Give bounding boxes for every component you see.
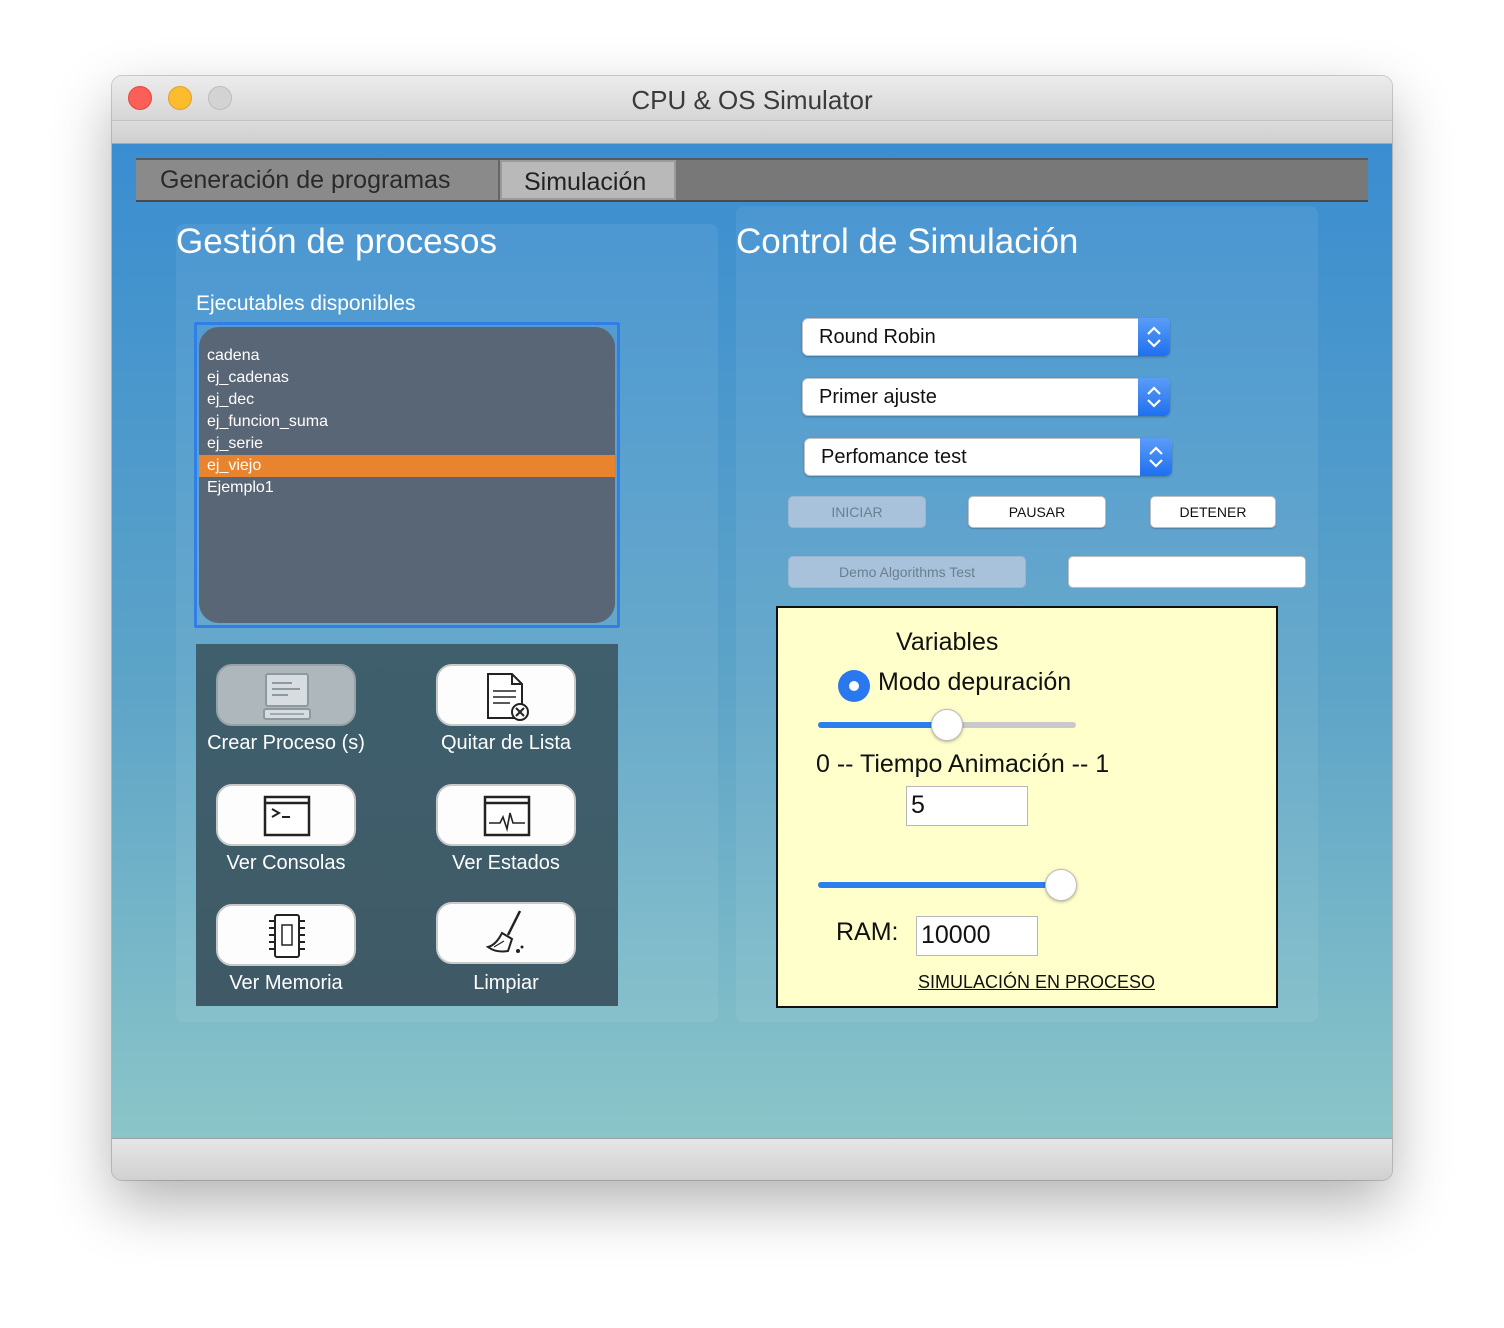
remove-from-list-tool: Quitar de Lista [416, 644, 576, 754]
list-item[interactable]: ej_dec [199, 389, 615, 411]
memory-policy-dropdown-arrow[interactable] [1138, 378, 1170, 416]
content-area: Generación de programas Simulación Gesti… [112, 144, 1392, 1138]
create-process-tool: Crear Proceso (s) [196, 644, 365, 754]
animation-value-field[interactable]: 5 [906, 786, 1028, 826]
memory-policy-dropdown[interactable]: Primer ajuste [802, 378, 1170, 416]
view-states-label: Ver Estados [452, 852, 560, 874]
create-process-button[interactable] [216, 664, 356, 726]
terminal-icon [263, 795, 311, 837]
view-states-button[interactable] [436, 784, 576, 846]
pause-button[interactable]: PAUSAR [968, 496, 1106, 528]
list-item[interactable]: ej_funcion_suma [199, 411, 615, 433]
ram-value-field[interactable]: 10000 [916, 916, 1038, 956]
ram-slider-thumb[interactable] [1044, 869, 1077, 901]
animation-slider[interactable] [818, 709, 1076, 741]
animation-time-label: 0 -- Tiempo Animación -- 1 [816, 750, 1110, 778]
view-consoles-tool: Ver Consolas [196, 764, 356, 874]
view-states-tool: Ver Estados [416, 764, 576, 874]
demo-algorithms-field[interactable] [1068, 556, 1306, 588]
status-bar [112, 1138, 1392, 1180]
toolbar [112, 121, 1392, 144]
view-consoles-button[interactable] [216, 784, 356, 846]
ram-label: RAM: [836, 918, 899, 946]
control-panel-heading: Control de Simulación [736, 222, 1079, 261]
list-item[interactable]: ej_serie [199, 433, 615, 455]
app-window: CPU & OS Simulator Generación de program… [112, 76, 1392, 1180]
scheduler-dropdown-arrow[interactable] [1138, 318, 1170, 356]
up-down-chevron-icon [1149, 446, 1163, 468]
test-mode-dropdown-value: Perfomance test [821, 446, 967, 468]
memory-chip-icon [269, 914, 305, 958]
view-memory-label: Ver Memoria [229, 972, 343, 994]
view-memory-tool: Ver Memoria [196, 884, 356, 994]
title-bar: CPU & OS Simulator [112, 76, 1392, 121]
tab-simulation[interactable]: Simulación [500, 160, 676, 200]
scheduler-dropdown-value: Round Robin [819, 326, 936, 348]
scheduler-dropdown[interactable]: Round Robin [802, 318, 1170, 356]
debug-mode-radio[interactable] [838, 670, 870, 702]
clear-label: Limpiar [473, 972, 539, 994]
animation-slider-fill [818, 722, 947, 728]
tab-bar: Generación de programas Simulación [136, 158, 1368, 202]
animation-slider-thumb[interactable] [931, 709, 963, 741]
clear-button[interactable] [436, 902, 576, 964]
test-mode-dropdown[interactable]: Perfomance test [804, 438, 1172, 476]
executables-listbox[interactable]: cadena ej_cadenas ej_dec ej_funcion_suma… [199, 327, 615, 623]
remove-from-list-label: Quitar de Lista [440, 732, 572, 754]
broom-icon [485, 910, 524, 953]
create-process-icon [263, 673, 311, 720]
simulation-status-link[interactable]: SIMULACIÓN EN PROCESO [918, 972, 1155, 993]
memory-policy-dropdown-value: Primer ajuste [819, 386, 937, 408]
list-item[interactable]: Ejemplo1 [199, 477, 615, 499]
list-item[interactable]: cadena [199, 345, 615, 367]
ram-slider[interactable] [818, 869, 1077, 901]
demo-algorithms-button[interactable]: Demo Algorithms Test [788, 556, 1026, 588]
list-item-selected[interactable]: ej_viejo [199, 455, 615, 477]
variables-title: Variables [896, 628, 999, 656]
remove-from-list-button[interactable] [436, 664, 576, 726]
window-title: CPU & OS Simulator [631, 85, 873, 115]
activity-monitor-icon [483, 795, 531, 837]
executables-list: cadena ej_cadenas ej_dec ej_funcion_suma… [199, 345, 615, 499]
debug-mode-label: Modo depuración [878, 668, 1072, 696]
test-mode-dropdown-arrow[interactable] [1140, 438, 1172, 476]
process-tools-grid: Crear Proceso (s) Quitar de Lista Ver Co… [196, 644, 618, 1006]
start-button[interactable]: INICIAR [788, 496, 926, 528]
tab-program-generation[interactable]: Generación de programas [136, 160, 500, 200]
debug-mode-radio-dot [849, 681, 859, 691]
up-down-chevron-icon [1147, 386, 1161, 408]
executables-listbox-focus: cadena ej_cadenas ej_dec ej_funcion_suma… [194, 322, 620, 628]
process-panel-heading: Gestión de procesos [176, 222, 498, 261]
ram-slider-fill [818, 882, 1061, 888]
list-item[interactable]: ej_cadenas [199, 367, 615, 389]
view-consoles-label: Ver Consolas [226, 852, 346, 874]
view-memory-button[interactable] [216, 904, 356, 966]
executables-label: Ejecutables disponibles [196, 292, 416, 315]
create-process-label: Crear Proceso (s) [207, 732, 365, 754]
remove-document-icon [487, 673, 529, 721]
up-down-chevron-icon [1147, 326, 1161, 348]
clear-tool: Limpiar [416, 884, 576, 994]
variables-panel: Variables Modo depuración 0 -- Tiempo An… [776, 606, 1278, 1008]
stop-button[interactable]: DETENER [1150, 496, 1276, 528]
